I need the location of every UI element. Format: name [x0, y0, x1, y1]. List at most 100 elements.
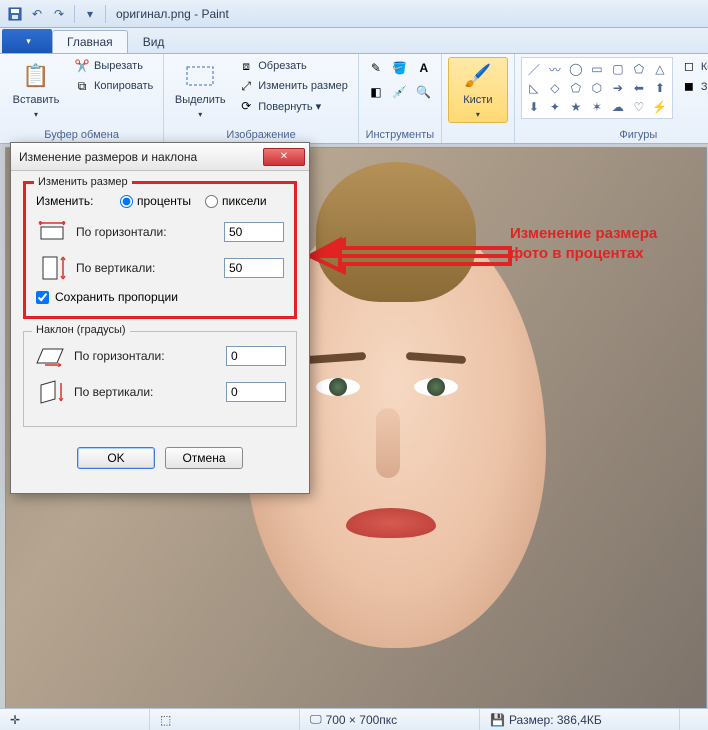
clipboard-icon: 📋: [20, 60, 52, 92]
shape-arrowd-icon[interactable]: ⬇: [524, 98, 544, 116]
group-clipboard: 📋 Вставить ✂️Вырезать ⧉Копировать Буфер …: [0, 54, 164, 143]
redo-icon[interactable]: ↷: [50, 5, 68, 23]
radio-pixels[interactable]: пиксели: [205, 194, 267, 208]
ribbon-tabs: Главная Вид: [0, 28, 708, 54]
shape-pentagon-icon[interactable]: ⬠: [566, 79, 586, 97]
skew-legend: Наклон (градусы): [32, 324, 130, 336]
radio-percent[interactable]: проценты: [120, 194, 191, 208]
status-filesize: 💾Размер: 386,4КБ: [480, 709, 680, 730]
undo-icon[interactable]: ↶: [28, 5, 46, 23]
resize-button[interactable]: ⤢Изменить размер: [234, 77, 352, 95]
shape-roundrect-icon[interactable]: ▢: [608, 60, 628, 78]
keep-aspect-checkbox[interactable]: [36, 291, 49, 304]
status-dimensions: 🖵700 × 700пкс: [300, 709, 480, 730]
group-label-image: Изображение: [170, 129, 352, 141]
ok-button[interactable]: OK: [77, 447, 155, 469]
brush-icon: 🖌️: [462, 60, 494, 92]
rotate-icon: ⟳: [238, 98, 254, 114]
resize-vert-label: По вертикали:: [76, 261, 216, 275]
shape-arrowu-icon[interactable]: ⬆: [650, 79, 670, 97]
rotate-button[interactable]: ⟳Повернуть ▾: [234, 97, 352, 115]
select-button[interactable]: Выделить: [170, 57, 230, 123]
group-image: Выделить ⧈Обрезать ⤢Изменить размер ⟳Пов…: [164, 54, 359, 143]
group-tools: ✎ 🪣 A ◧ 💉 🔍 Инструменты: [359, 54, 442, 143]
skew-fieldset: Наклон (градусы) По горизонтали: По верт…: [23, 331, 297, 427]
shape-rect-icon[interactable]: ▭: [587, 60, 607, 78]
resize-horiz-icon: [36, 218, 68, 246]
close-button[interactable]: ✕: [263, 148, 305, 166]
resize-horiz-label: По горизонтали:: [76, 225, 216, 239]
scissors-icon: ✂️: [74, 58, 90, 74]
group-brushes: 🖌️ Кисти: [442, 54, 515, 143]
cut-button[interactable]: ✂️Вырезать: [70, 57, 157, 75]
qat-dropdown-icon[interactable]: ▾: [81, 5, 99, 23]
shape-bolt-icon[interactable]: ⚡: [650, 98, 670, 116]
dims-icon: 🖵: [310, 712, 322, 727]
pencil-tool[interactable]: ✎: [365, 57, 387, 79]
select-icon: [184, 60, 216, 92]
selection-icon: ⬚: [160, 713, 171, 727]
tab-view[interactable]: Вид: [128, 30, 180, 53]
shape-triangle-icon[interactable]: △: [650, 60, 670, 78]
skew-horiz-label: По горизонтали:: [74, 349, 218, 363]
disk-icon: 💾: [490, 713, 505, 727]
status-selection: ⬚: [150, 709, 300, 730]
shape-rtriangle-icon[interactable]: ◺: [524, 79, 544, 97]
tab-home[interactable]: Главная: [52, 30, 128, 53]
crop-icon: ⧈: [238, 58, 254, 74]
resize-legend: Изменить размер: [34, 176, 132, 188]
skew-horiz-input[interactable]: [226, 346, 286, 366]
resize-by-label: Изменить:: [36, 194, 106, 208]
shape-star6-icon[interactable]: ✶: [587, 98, 607, 116]
shape-heart-icon[interactable]: ♡: [629, 98, 649, 116]
shape-star4-icon[interactable]: ✦: [545, 98, 565, 116]
shape-outline-button[interactable]: ◻Контур ▾: [677, 57, 708, 75]
group-label-clipboard: Буфер обмена: [6, 129, 157, 141]
title-bar: ↶ ↷ ▾ оригинал.png - Paint: [0, 0, 708, 28]
shape-arrowr-icon[interactable]: ➔: [608, 79, 628, 97]
resize-vert-input[interactable]: [224, 258, 284, 278]
picker-tool[interactable]: 💉: [389, 81, 411, 103]
save-icon[interactable]: [6, 5, 24, 23]
shape-line-icon[interactable]: ／: [524, 60, 544, 78]
shape-fill-button[interactable]: ◼Заливка ▾: [677, 77, 708, 95]
crop-button[interactable]: ⧈Обрезать: [234, 57, 352, 75]
copy-icon: ⧉: [74, 78, 90, 94]
shape-star5-icon[interactable]: ★: [566, 98, 586, 116]
shape-callout-icon[interactable]: ☁: [608, 98, 628, 116]
status-bar: ✛ ⬚ 🖵700 × 700пкс 💾Размер: 386,4КБ: [0, 708, 708, 730]
skew-horiz-icon: [34, 342, 66, 370]
shape-diamond-icon[interactable]: ◇: [545, 79, 565, 97]
keep-aspect-label: Сохранить пропорции: [55, 290, 178, 304]
file-menu-button[interactable]: [2, 29, 52, 53]
paste-label: Вставить: [13, 94, 60, 106]
zoom-tool[interactable]: 🔍: [413, 81, 435, 103]
window-title: оригинал.png - Paint: [116, 7, 229, 21]
cancel-button[interactable]: Отмена: [165, 447, 243, 469]
resize-fieldset: Изменить размер Изменить: проценты пиксе…: [23, 181, 297, 319]
text-tool[interactable]: A: [413, 57, 435, 79]
dialog-title: Изменение размеров и наклона: [19, 150, 263, 164]
shape-polygon-icon[interactable]: ⬠: [629, 60, 649, 78]
resize-horiz-input[interactable]: [224, 222, 284, 242]
group-label-tools: Инструменты: [365, 129, 435, 141]
paste-button[interactable]: 📋 Вставить: [6, 57, 66, 123]
fill-icon: ◼: [681, 78, 697, 94]
outline-icon: ◻: [681, 58, 697, 74]
fill-tool[interactable]: 🪣: [389, 57, 411, 79]
dialog-titlebar[interactable]: Изменение размеров и наклона ✕: [11, 143, 309, 171]
radio-pixels-input[interactable]: [205, 195, 218, 208]
copy-button[interactable]: ⧉Копировать: [70, 77, 157, 95]
group-shapes: ／ 〰 ◯ ▭ ▢ ⬠ △ ◺ ◇ ⬠ ⬡ ➔ ⬅ ⬆ ⬇ ✦ ★ ✶ ☁ ♡: [515, 54, 708, 143]
skew-vert-input[interactable]: [226, 382, 286, 402]
radio-percent-input[interactable]: [120, 195, 133, 208]
status-cursor: ✛: [0, 709, 150, 730]
shape-curve-icon[interactable]: 〰: [545, 60, 565, 78]
shape-arrowl-icon[interactable]: ⬅: [629, 79, 649, 97]
brushes-button[interactable]: 🖌️ Кисти: [448, 57, 508, 123]
shape-oval-icon[interactable]: ◯: [566, 60, 586, 78]
shape-hexagon-icon[interactable]: ⬡: [587, 79, 607, 97]
resize-icon: ⤢: [238, 78, 254, 94]
shapes-gallery[interactable]: ／ 〰 ◯ ▭ ▢ ⬠ △ ◺ ◇ ⬠ ⬡ ➔ ⬅ ⬆ ⬇ ✦ ★ ✶ ☁ ♡: [521, 57, 673, 119]
eraser-tool[interactable]: ◧: [365, 81, 387, 103]
